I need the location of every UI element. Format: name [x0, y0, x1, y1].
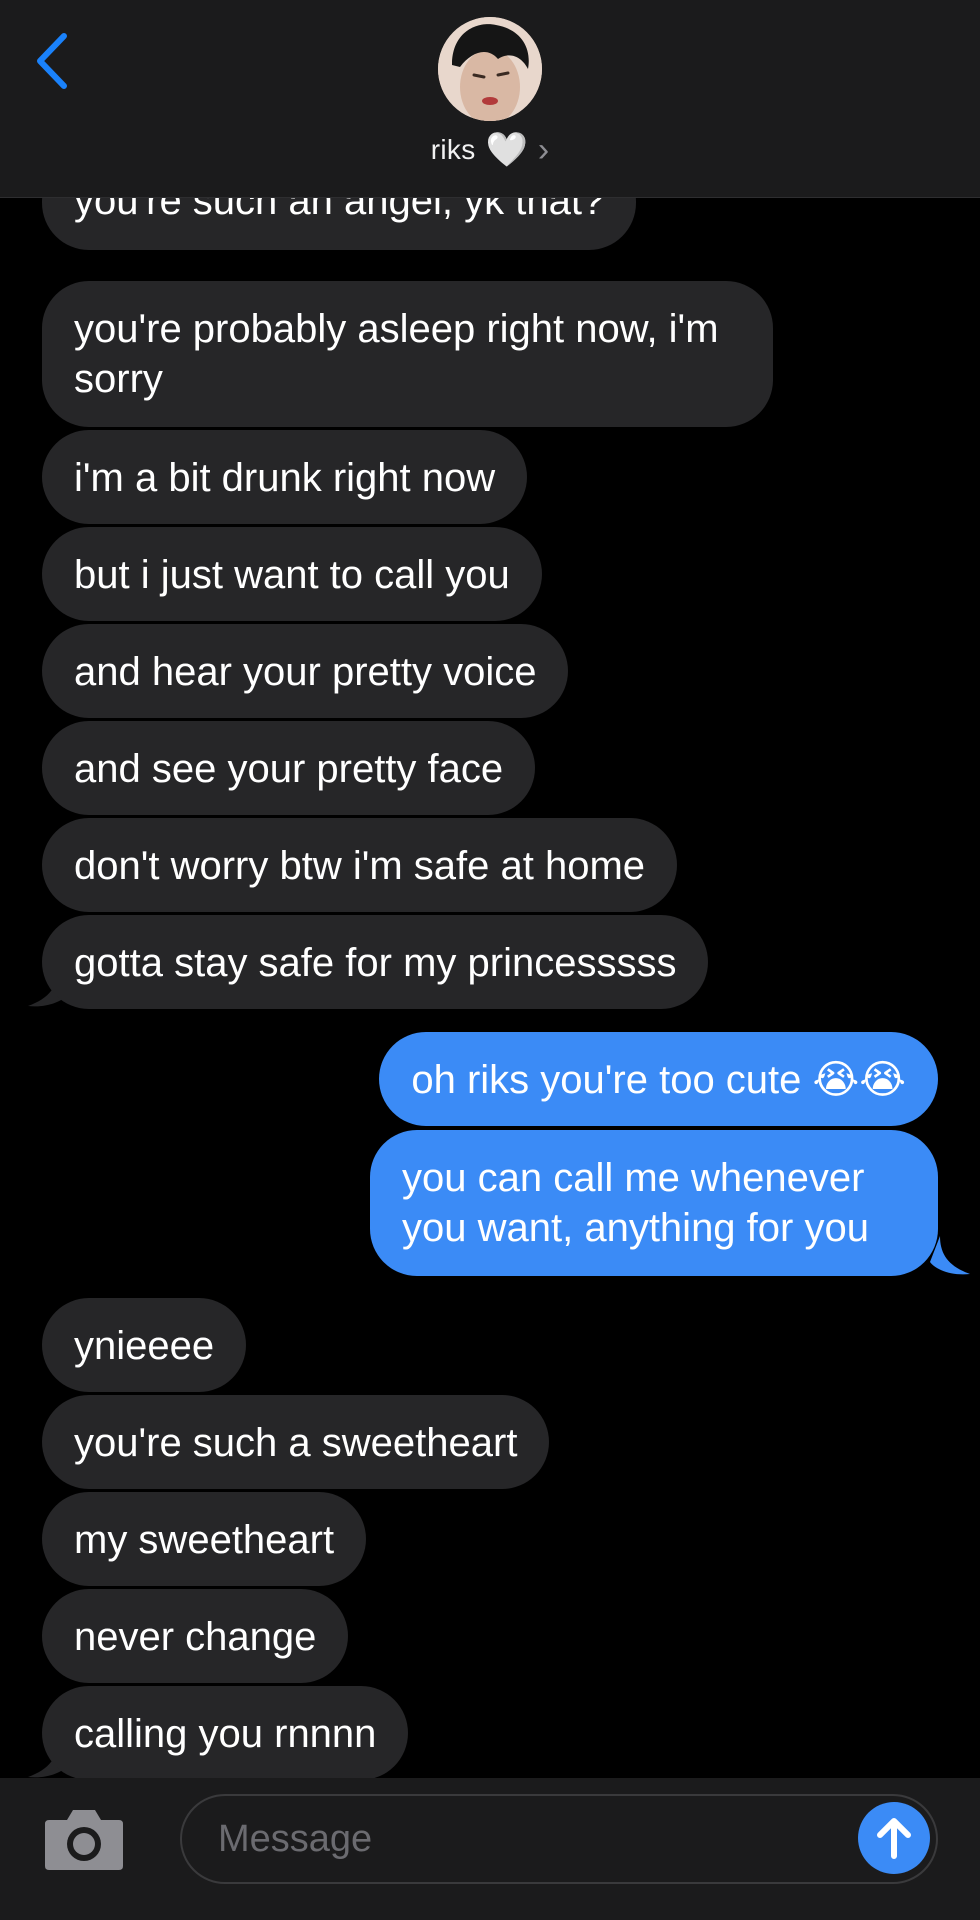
message-bubble-incoming[interactable]: but i just want to call you: [42, 527, 542, 621]
message-bubble-incoming[interactable]: i'm a bit drunk right now: [42, 430, 528, 524]
contact-photo: [438, 17, 542, 121]
camera-icon: [45, 1810, 123, 1870]
contact-name-row[interactable]: riks 🤍 ›: [0, 128, 980, 172]
message-input-field[interactable]: [180, 1794, 938, 1884]
heart-icon: 🤍: [485, 131, 528, 169]
chevron-right-icon: ›: [537, 131, 550, 169]
back-button[interactable]: [26, 30, 76, 92]
message-bubble-incoming[interactable]: you're probably asleep right now, i'm so…: [42, 281, 773, 427]
message-bubble-incoming[interactable]: don't worry btw i'm safe at home: [42, 818, 678, 912]
message-input[interactable]: [182, 1816, 820, 1862]
message-bubble-incoming[interactable]: and hear your pretty voice: [42, 624, 569, 718]
message-bubble-incoming[interactable]: calling you rnnnn: [42, 1686, 409, 1780]
back-chevron-icon: [37, 33, 67, 89]
message-bubble-incoming[interactable]: you're such a sweetheart: [42, 1395, 550, 1489]
contact-avatar[interactable]: [438, 17, 542, 121]
message-bubble-incoming[interactable]: gotta stay safe for my princesssss: [42, 915, 709, 1009]
message-thread[interactable]: you're such an angel, yk that? you're pr…: [0, 0, 980, 1780]
conversation-header: riks 🤍 ›: [0, 0, 980, 198]
message-bubble-incoming[interactable]: never change: [42, 1589, 349, 1683]
message-bubble-incoming[interactable]: my sweetheart: [42, 1492, 367, 1586]
messages-screen: you're such an angel, yk that? you're pr…: [0, 0, 980, 1920]
message-bubble-incoming[interactable]: and see your pretty face: [42, 721, 536, 815]
send-button[interactable]: [858, 1802, 930, 1874]
message-bubble-incoming[interactable]: ynieeee: [42, 1298, 247, 1392]
message-bubble-outgoing[interactable]: oh riks you're too cute 😭😭: [379, 1032, 938, 1126]
contact-name: riks: [430, 134, 476, 165]
camera-button[interactable]: [42, 1804, 126, 1874]
message-bubble-outgoing[interactable]: you can call me whenever you want, anyth…: [370, 1130, 938, 1276]
message-composer: [0, 1778, 980, 1920]
send-arrow-icon: [877, 1818, 911, 1859]
